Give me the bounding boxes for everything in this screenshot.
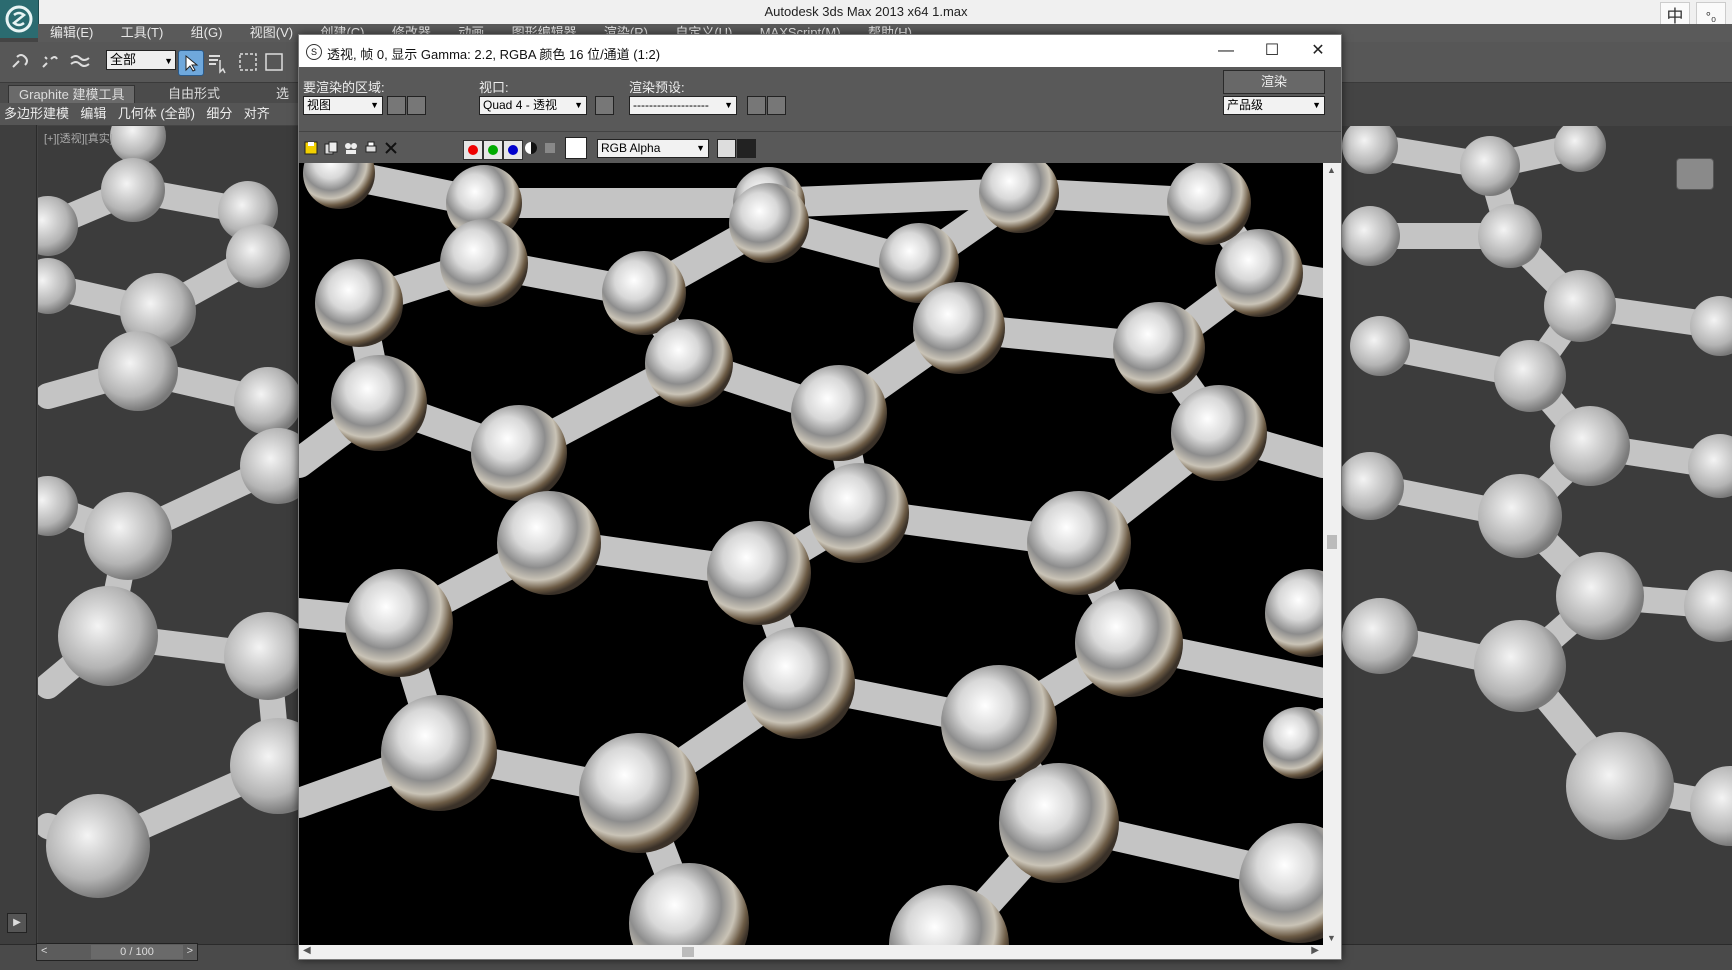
scroll-thumb[interactable] — [682, 947, 694, 957]
chevron-down-icon: ▼ — [1312, 100, 1321, 110]
ribbon-panel-row: 多边形建模 编辑 几何体 (全部) 细分 对齐 属性 — [0, 103, 300, 143]
app-titlebar: Autodesk 3ds Max 2013 x64 1.max 中 °₀ — [0, 0, 1732, 32]
render-window-title: 透视, 帧 0, 显示 Gamma: 2.2, RGBA 颜色 16 位/通道 … — [327, 47, 661, 62]
rectangular-selection-icon[interactable] — [236, 50, 260, 74]
ribbon-edit[interactable]: 编辑 — [76, 103, 110, 125]
app-title: Autodesk 3ds Max 2013 x64 1.max — [764, 4, 968, 19]
viewport-label: 视口: — [479, 80, 509, 95]
frame-display: 0 / 100 — [91, 945, 183, 959]
maximize-button[interactable]: ☐ — [1249, 35, 1295, 67]
ribbon-subdivision[interactable]: 细分 — [202, 103, 236, 125]
chevron-down-icon: ▼ — [724, 100, 733, 110]
tab-freeform[interactable]: 自由形式 — [158, 85, 230, 103]
menu-view[interactable]: 视图(V) — [238, 24, 305, 42]
chevron-down-icon: ▼ — [164, 56, 173, 66]
area-to-render-label: 要渲染的区域: — [303, 80, 385, 95]
tab-selection[interactable]: 选 — [266, 85, 299, 103]
toggle-ui-overlay-icon[interactable] — [717, 139, 736, 158]
perspective-viewport-right[interactable] — [1340, 126, 1732, 944]
window-crossing-icon[interactable] — [262, 50, 286, 74]
link-icon[interactable] — [8, 50, 32, 74]
close-button[interactable]: ✕ — [1295, 35, 1341, 67]
perspective-viewport-left[interactable]: [+][透视][真实] — [38, 126, 298, 944]
render-quality-dropdown[interactable]: 产品级 ▼ — [1223, 96, 1325, 115]
viewcube-icon[interactable] — [1676, 158, 1714, 190]
play-animation-button[interactable]: ▶ — [7, 913, 27, 933]
viewport-molecule-graphic-right — [1340, 126, 1732, 846]
max-logo-icon — [5, 5, 33, 33]
render-toolbar: RGB Alpha ▼ — [299, 131, 1341, 164]
edit-region-icon[interactable] — [387, 96, 406, 115]
minimize-button[interactable]: — — [1203, 35, 1249, 67]
rendered-frame-window: S 透视, 帧 0, 显示 Gamma: 2.2, RGBA 颜色 16 位/通… — [298, 34, 1342, 960]
menu-group[interactable]: 组(G) — [179, 24, 235, 42]
chevron-down-icon: ▼ — [370, 100, 379, 110]
tab-graphite-modeling[interactable]: Graphite 建模工具 — [8, 85, 136, 105]
render-button[interactable]: 渲染 — [1223, 70, 1325, 94]
scroll-thumb[interactable] — [1327, 535, 1337, 549]
alpha-channel-icon[interactable] — [525, 142, 537, 154]
ribbon-polygon-modeling[interactable]: 多边形建模 — [0, 103, 73, 125]
lock-viewport-icon[interactable] — [595, 96, 614, 115]
scroll-right-icon[interactable]: ▶ — [1311, 945, 1319, 956]
render-preset-label: 渲染预设: — [629, 80, 685, 95]
viewport-molecule-graphic — [38, 126, 298, 898]
display-channel-dropdown[interactable]: RGB Alpha ▼ — [597, 139, 709, 158]
scroll-left-icon[interactable]: ◀ — [303, 945, 311, 956]
clone-frame-window-icon[interactable] — [343, 140, 359, 156]
blue-channel-toggle[interactable] — [503, 140, 523, 160]
toggle-ui-icon[interactable] — [737, 139, 756, 158]
chevron-down-icon: ▼ — [696, 143, 705, 153]
unlink-icon[interactable] — [38, 50, 62, 74]
render-window-titlebar: S 透视, 帧 0, 显示 Gamma: 2.2, RGBA 颜色 16 位/通… — [299, 35, 1341, 67]
vertical-scrollbar[interactable]: ▲ ▼ — [1323, 163, 1341, 945]
save-image-icon[interactable] — [303, 140, 319, 156]
display-channel-value: RGB Alpha — [601, 141, 661, 155]
select-object-icon[interactable] — [178, 50, 204, 76]
scroll-up-icon[interactable]: ▲ — [1327, 165, 1336, 175]
app-logo-button[interactable] — [0, 0, 39, 38]
red-channel-toggle[interactable] — [463, 140, 483, 160]
render-preset-value: ------------------- — [633, 98, 709, 112]
rendered-graphene-image — [299, 163, 1323, 945]
clear-image-icon[interactable] — [383, 140, 399, 156]
select-by-name-icon[interactable] — [206, 50, 230, 74]
menu-edit[interactable]: 编辑(E) — [38, 24, 105, 42]
menu-tools[interactable]: 工具(T) — [109, 24, 176, 42]
render-quality-value: 产品级 — [1227, 98, 1264, 112]
selection-filter-value: 全部 — [110, 52, 137, 67]
area-to-render-value: 视图 — [307, 98, 332, 112]
viewport-value: Quad 4 - 透视 — [483, 98, 558, 112]
print-image-icon[interactable] — [363, 140, 379, 156]
scroll-down-icon[interactable]: ▼ — [1327, 933, 1336, 943]
chevron-down-icon: ▼ — [574, 100, 583, 110]
ribbon-align[interactable]: 对齐 — [240, 103, 274, 125]
time-prev-button[interactable]: < — [41, 945, 47, 957]
viewport-label[interactable]: [+][透视][真实] — [44, 130, 113, 146]
horizontal-scrollbar[interactable]: ◀ ▶ — [299, 945, 1323, 959]
selection-filter-dropdown[interactable]: 全部 ▼ — [106, 50, 176, 70]
rendered-image — [299, 163, 1323, 945]
copy-image-icon[interactable] — [323, 140, 339, 156]
viewport-dropdown[interactable]: Quad 4 - 透视 ▼ — [479, 96, 587, 115]
bind-space-warp-icon[interactable] — [68, 50, 92, 74]
color-swatch[interactable] — [565, 137, 587, 159]
environment-icon[interactable] — [767, 96, 786, 115]
render-setup-icon[interactable] — [747, 96, 766, 115]
monochrome-icon[interactable] — [545, 143, 555, 153]
render-preset-dropdown[interactable]: ------------------- ▼ — [629, 96, 737, 115]
left-tool-strip — [0, 125, 37, 945]
max-app-icon: S — [306, 44, 322, 60]
area-to-render-dropdown[interactable]: 视图 ▼ — [303, 96, 383, 115]
green-channel-toggle[interactable] — [483, 140, 503, 160]
ribbon-tabs: Graphite 建模工具 自由形式 选 — [0, 83, 300, 105]
time-slider[interactable]: < 0 / 100 > — [36, 943, 198, 961]
auto-region-icon[interactable] — [407, 96, 426, 115]
ribbon-geometry-all[interactable]: 几何体 (全部) — [114, 103, 199, 125]
time-next-button[interactable]: > — [187, 945, 193, 957]
